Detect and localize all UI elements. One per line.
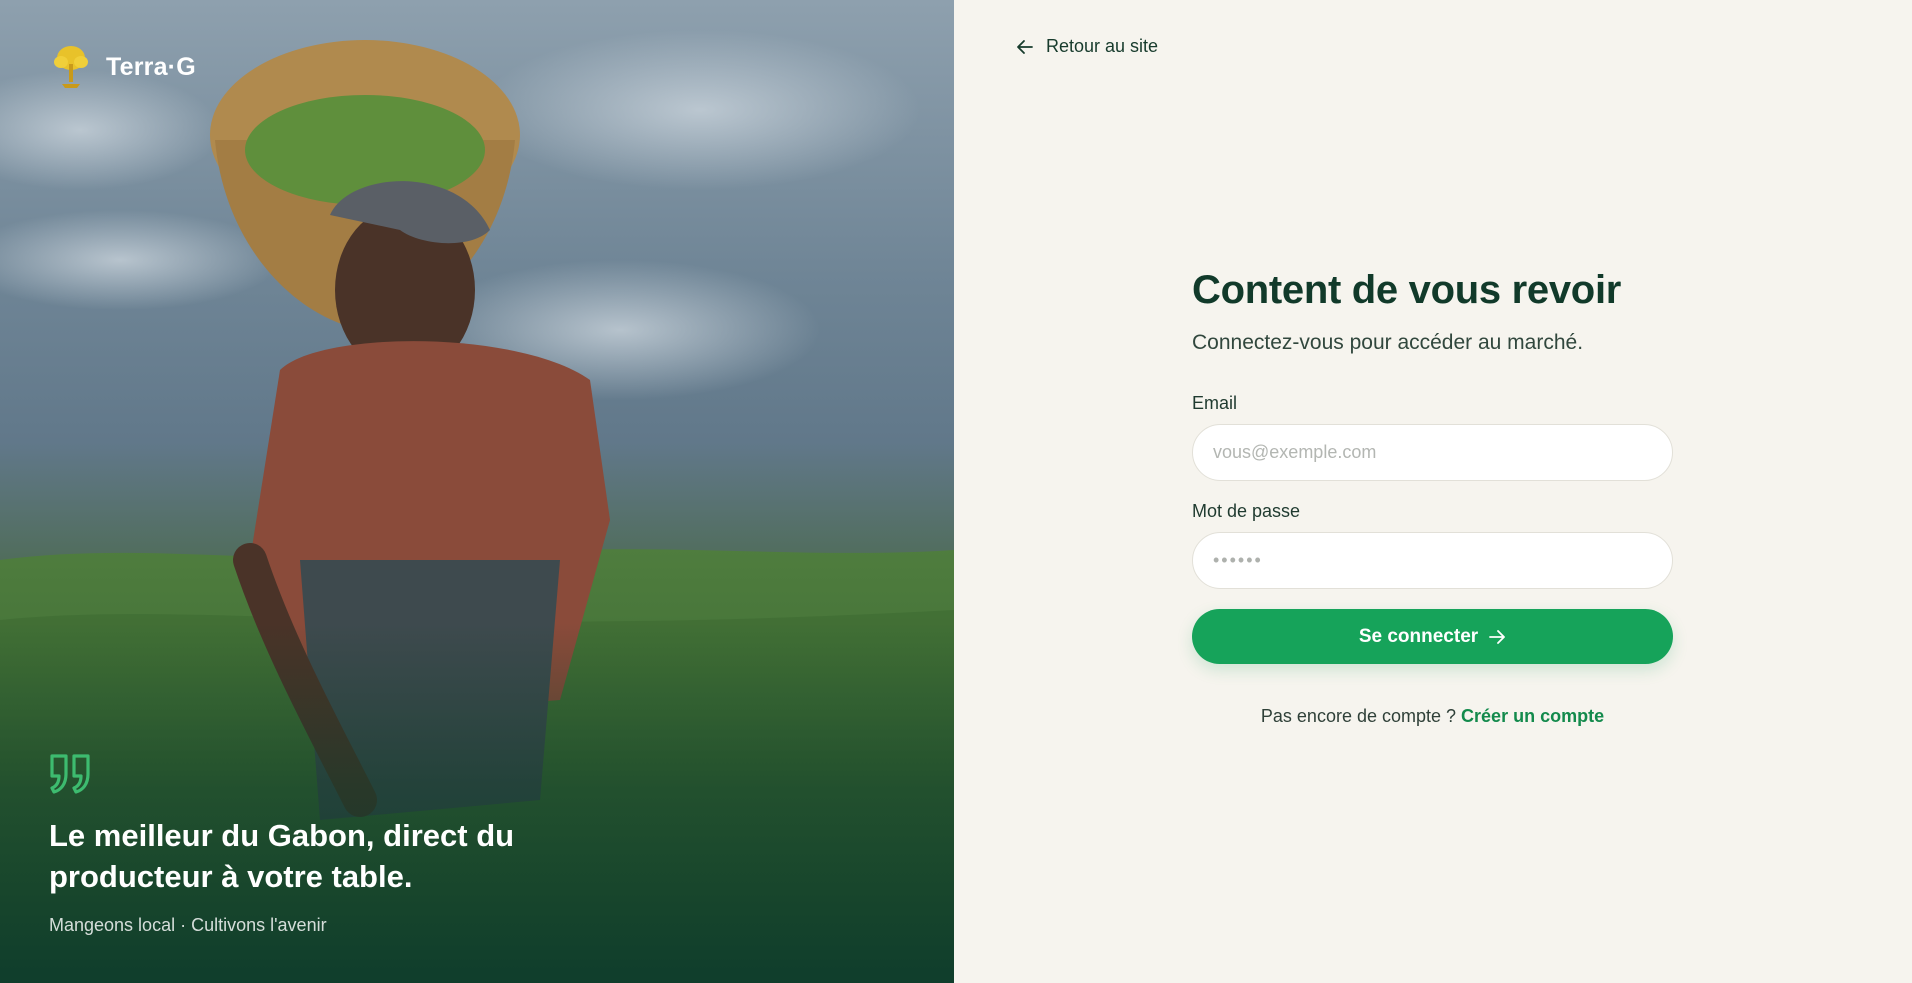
brand[interactable]: Terra·G bbox=[50, 44, 196, 90]
login-form: Content de vous revoir Connectez-vous po… bbox=[1192, 268, 1673, 727]
back-to-site-link[interactable]: Retour au site bbox=[1016, 36, 1158, 57]
quote-icon bbox=[50, 754, 90, 794]
login-panel: Retour au site Content de vous revoir Co… bbox=[954, 0, 1912, 983]
email-label: Email bbox=[1192, 393, 1238, 413]
wheat-tree-logo-icon bbox=[54, 46, 88, 88]
arrow-right-icon bbox=[1489, 629, 1506, 644]
page-title: Content de vous revoir bbox=[1192, 268, 1622, 312]
create-account-link[interactable]: Créer un compte bbox=[1461, 706, 1604, 726]
signup-prompt-text: Pas encore de compte ? bbox=[1260, 706, 1457, 726]
signup-prompt: Pas encore de compte ? Créer un compte bbox=[1192, 706, 1673, 727]
login-button-label: Se connecter bbox=[1358, 625, 1479, 647]
hero-quote: Le meilleur du Gabon, direct du producte… bbox=[49, 818, 515, 894]
password-label: Mot de passe bbox=[1192, 501, 1301, 521]
page-subtitle: Connectez-vous pour accéder au marché. bbox=[1192, 331, 1584, 354]
hero-tagline: Mangeons local · Cultivons l'avenir bbox=[49, 915, 327, 935]
brand-name: Terra·G bbox=[106, 52, 196, 81]
login-button[interactable]: Se connecter bbox=[1192, 609, 1673, 664]
password-field[interactable] bbox=[1213, 550, 1652, 571]
email-field[interactable] bbox=[1213, 442, 1652, 463]
arrow-left-icon bbox=[1017, 39, 1033, 54]
hero-panel: Terra·G Le meilleur du Gabon, direct du … bbox=[0, 0, 954, 983]
back-to-site-label: Retour au site bbox=[1046, 36, 1159, 56]
email-field-wrapper bbox=[1192, 424, 1673, 481]
password-field-wrapper bbox=[1192, 532, 1673, 589]
